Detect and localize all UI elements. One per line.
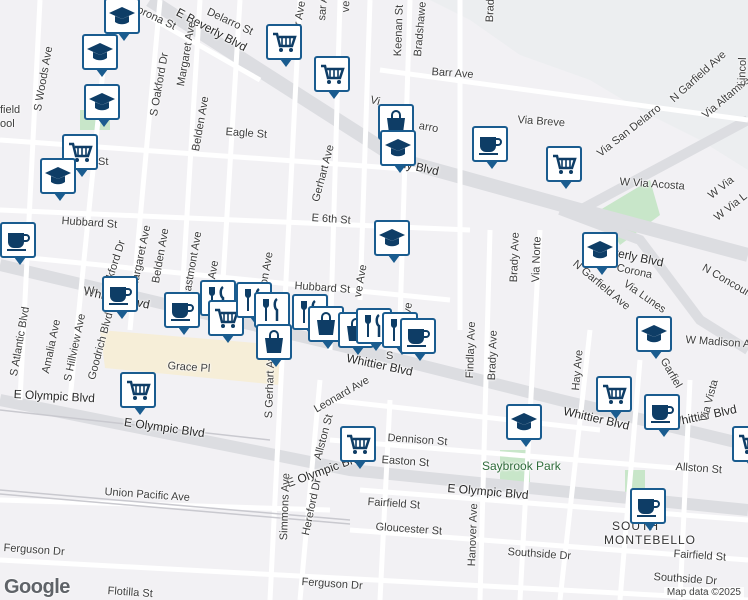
label-school-fragment: ool bbox=[0, 118, 15, 130]
cart-icon bbox=[736, 430, 748, 458]
fork-knife-icon bbox=[258, 296, 286, 324]
label-w-fragment: W bbox=[84, 285, 95, 297]
poi-pin-restaurant[interactable] bbox=[254, 292, 290, 335]
poi-pin-grocery[interactable] bbox=[596, 376, 632, 419]
street-lincoln: Lincol bbox=[736, 57, 748, 87]
poi-pin-cafe[interactable] bbox=[0, 222, 36, 265]
poi-pin-cafe[interactable] bbox=[102, 276, 138, 319]
mortarboard-icon bbox=[108, 2, 136, 30]
park-label-saybrook: Saybrook Park bbox=[482, 459, 561, 473]
cup-icon bbox=[404, 322, 432, 350]
cart-icon bbox=[600, 380, 628, 408]
street-via-norte: Via Norte bbox=[530, 236, 544, 283]
mortarboard-icon bbox=[510, 408, 538, 436]
poi-pin-grocery[interactable] bbox=[732, 426, 748, 469]
cup-icon bbox=[106, 280, 134, 308]
street-brady-ave-top: Brady Ave bbox=[484, 0, 498, 22]
cup-icon bbox=[648, 398, 676, 426]
poi-pin-grocery[interactable] bbox=[120, 372, 156, 415]
label-field-fragment: field bbox=[0, 104, 21, 116]
poi-pin-grocery[interactable] bbox=[266, 24, 302, 67]
poi-pin-cafe[interactable] bbox=[630, 488, 666, 531]
cart-icon bbox=[318, 60, 346, 88]
poi-pin-school[interactable] bbox=[84, 84, 120, 127]
street-st-fragment: St bbox=[98, 156, 109, 168]
poi-pin-cafe[interactable] bbox=[644, 394, 680, 437]
poi-pin-school[interactable] bbox=[40, 158, 76, 201]
map-canvas[interactable]: E Beverly Blvd erly Blvd W Beverly Blvd … bbox=[0, 0, 748, 600]
poi-pin-grocery[interactable] bbox=[314, 56, 350, 99]
bag-icon bbox=[260, 328, 288, 356]
poi-pin-school[interactable] bbox=[380, 130, 416, 173]
cart-icon bbox=[124, 376, 152, 404]
cart-icon bbox=[270, 28, 298, 56]
poi-pin-grocery[interactable] bbox=[340, 426, 376, 469]
poi-pin-school[interactable] bbox=[506, 404, 542, 447]
mortarboard-icon bbox=[640, 320, 668, 348]
poi-pin-cafe[interactable] bbox=[472, 126, 508, 169]
cup-icon bbox=[476, 130, 504, 158]
mortarboard-icon bbox=[586, 236, 614, 264]
label-s-fragment: S bbox=[386, 350, 394, 362]
street-hanover-ave: Hanover Ave bbox=[466, 503, 481, 567]
cup-icon bbox=[168, 296, 196, 324]
cart-icon bbox=[344, 430, 372, 458]
street-brady-ave: Brady Ave bbox=[486, 330, 500, 381]
street-simmons-ave: Simmons Ave bbox=[278, 472, 293, 541]
cup-icon bbox=[4, 226, 32, 254]
map-attribution[interactable]: Map data ©2025 bbox=[663, 587, 744, 598]
bag-icon bbox=[312, 310, 340, 338]
poi-pin-grocery[interactable] bbox=[546, 146, 582, 189]
cup-icon bbox=[634, 492, 662, 520]
street-ave-fragment: ve bbox=[340, 0, 353, 13]
google-logo: Google bbox=[4, 576, 70, 598]
mortarboard-icon bbox=[44, 162, 72, 190]
mortarboard-icon bbox=[384, 134, 412, 162]
poi-pin-school[interactable] bbox=[104, 0, 140, 41]
street-brady-ave-mid: Brady Ave bbox=[508, 232, 522, 283]
poi-pin-school[interactable] bbox=[374, 220, 410, 263]
poi-pin-shopping[interactable] bbox=[256, 324, 292, 367]
poi-pin-school[interactable] bbox=[636, 316, 672, 359]
street-keenan-st: Keenan St bbox=[392, 4, 406, 57]
poi-pin-school[interactable] bbox=[582, 232, 618, 275]
mortarboard-icon bbox=[378, 224, 406, 252]
street-findlay-ave: Findlay Ave bbox=[464, 321, 478, 379]
cart-icon bbox=[550, 150, 578, 178]
mortarboard-icon bbox=[88, 88, 116, 116]
poi-pin-cafe[interactable] bbox=[164, 292, 200, 335]
mortarboard-icon bbox=[86, 38, 114, 66]
poi-pin-school[interactable] bbox=[82, 34, 118, 77]
poi-pin-cafe[interactable] bbox=[400, 318, 436, 361]
area-label-montebello: MONTEBELLO bbox=[604, 533, 697, 547]
